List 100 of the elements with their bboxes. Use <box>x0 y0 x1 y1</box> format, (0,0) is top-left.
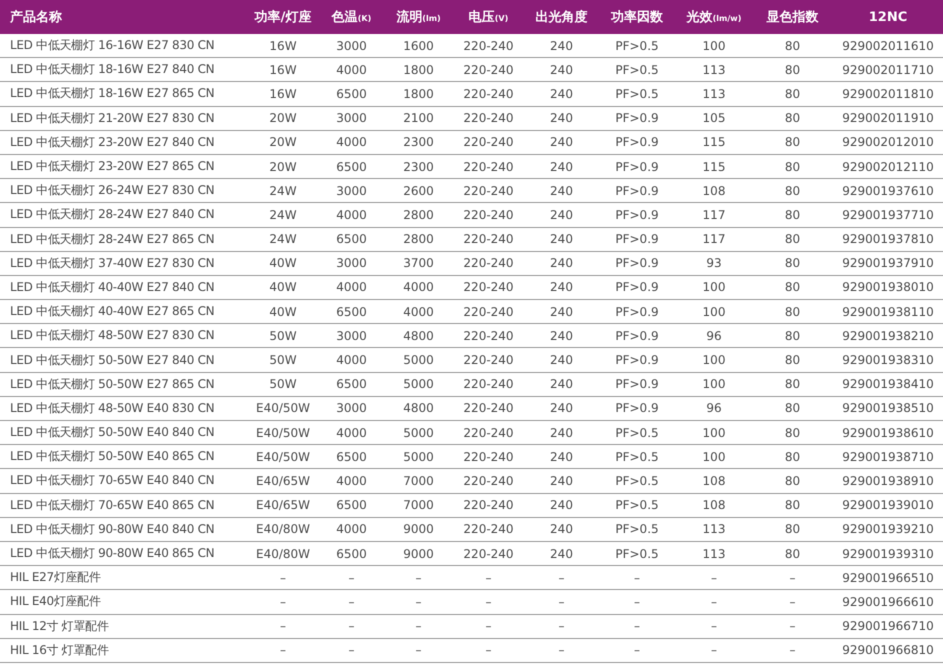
column-header: 光效(lm/w) <box>676 0 752 34</box>
table-cell: 240 <box>525 468 598 494</box>
table-cell: LED 中低天棚灯 40-40W E27 865 CN <box>0 300 248 324</box>
table-cell: 240 <box>525 106 598 130</box>
table-cell: 7000 <box>385 493 452 518</box>
table-cell: LED 中低天棚灯 16-16W E27 830 CN <box>0 34 248 58</box>
table-cell: LED 中低天棚灯 28-24W E27 865 CN <box>0 227 248 252</box>
table-cell: 1800 <box>385 58 452 82</box>
table-cell: 6500 <box>318 493 385 518</box>
table-cell: PF>0.9 <box>598 130 676 154</box>
table-cell: 20W <box>248 106 318 130</box>
table-cell: 108 <box>676 178 752 203</box>
table-cell: 220-240 <box>452 300 525 324</box>
table-cell: – <box>525 566 598 590</box>
table-cell: 80 <box>752 396 833 420</box>
table-cell: LED 中低天棚灯 90-80W E40 865 CN <box>0 541 248 566</box>
table-cell: 4000 <box>318 202 385 227</box>
table-cell: 7000 <box>385 468 452 494</box>
table-cell: – <box>318 638 385 662</box>
table-cell: HIL E27灯座配件 <box>0 566 248 590</box>
table-cell: 2800 <box>385 227 452 252</box>
table-cell: 4000 <box>318 420 385 445</box>
table-cell: 929001937710 <box>833 202 943 227</box>
table-cell: 80 <box>752 202 833 227</box>
table-cell: LED 中低天棚灯 28-24W E27 840 CN <box>0 202 248 227</box>
table-cell: 240 <box>525 396 598 420</box>
table-cell: LED 中低天棚灯 50-50W E40 865 CN <box>0 444 248 469</box>
table-cell: 240 <box>525 372 598 396</box>
table-cell: 80 <box>752 58 833 82</box>
table-cell: 3000 <box>318 34 385 58</box>
table-cell: LED 中低天棚灯 50-50W E40 840 CN <box>0 420 248 445</box>
table-cell: 20W <box>248 154 318 179</box>
table-cell: – <box>385 590 452 614</box>
table-cell: PF>0.9 <box>598 275 676 300</box>
table-cell: 6500 <box>318 154 385 179</box>
table-cell: PF>0.5 <box>598 541 676 566</box>
table-cell: 24W <box>248 178 318 203</box>
column-header: 12NC <box>833 0 943 34</box>
table-cell: 929002012010 <box>833 130 943 154</box>
table-cell: 240 <box>525 420 598 445</box>
table-cell: 929001937810 <box>833 227 943 252</box>
table-cell: LED 中低天棚灯 18-16W E27 840 CN <box>0 58 248 82</box>
table-cell: PF>0.9 <box>598 372 676 396</box>
table-cell: 2800 <box>385 202 452 227</box>
table-cell: 4000 <box>385 300 452 324</box>
table-cell: 80 <box>752 541 833 566</box>
table-cell: LED 中低天棚灯 48-50W E27 830 CN <box>0 324 248 348</box>
table-cell: PF>0.9 <box>598 106 676 130</box>
table-cell: 105 <box>676 106 752 130</box>
table-cell: 929001937610 <box>833 178 943 203</box>
table-cell: 240 <box>525 251 598 276</box>
table-cell: 80 <box>752 130 833 154</box>
table-cell: 16W <box>248 82 318 106</box>
table-cell: – <box>676 614 752 638</box>
table-cell: LED 中低天棚灯 40-40W E27 840 CN <box>0 275 248 300</box>
table-cell: 115 <box>676 154 752 179</box>
table-cell: 5000 <box>385 348 452 372</box>
column-header: 流明(lm) <box>385 0 452 34</box>
table-cell: – <box>525 638 598 662</box>
table-cell: 40W <box>248 251 318 276</box>
table-cell: 929001938110 <box>833 300 943 324</box>
table-cell: 113 <box>676 58 752 82</box>
table-cell: 240 <box>525 178 598 203</box>
table-cell: LED 中低天棚灯 23-20W E27 865 CN <box>0 154 248 179</box>
table-cell: – <box>452 638 525 662</box>
table-cell: 220-240 <box>452 444 525 469</box>
table-cell: 4000 <box>318 58 385 82</box>
table-cell: 80 <box>752 372 833 396</box>
table-cell: 9000 <box>385 517 452 542</box>
table-cell: 220-240 <box>452 178 525 203</box>
table-cell: 100 <box>676 444 752 469</box>
table-cell: 50W <box>248 348 318 372</box>
table-cell: 929001939210 <box>833 517 943 542</box>
table-cell: – <box>676 566 752 590</box>
table-cell: 6500 <box>318 541 385 566</box>
table-cell: 220-240 <box>452 202 525 227</box>
table-cell: PF>0.5 <box>598 468 676 494</box>
table-cell: PF>0.9 <box>598 227 676 252</box>
table-cell: 113 <box>676 517 752 542</box>
table-cell: – <box>452 614 525 638</box>
table-cell: 220-240 <box>452 275 525 300</box>
table-cell: 240 <box>525 324 598 348</box>
table-cell: 929001938610 <box>833 420 943 445</box>
table-cell: – <box>385 566 452 590</box>
table-cell: 4000 <box>385 275 452 300</box>
table-cell: PF>0.9 <box>598 251 676 276</box>
table-cell: 4000 <box>318 517 385 542</box>
table-cell: 3000 <box>318 106 385 130</box>
table-cell: 929001966710 <box>833 614 943 638</box>
table-cell: 220-240 <box>452 517 525 542</box>
table-cell: 80 <box>752 420 833 445</box>
table-cell: – <box>248 614 318 638</box>
column-header: 产品名称 <box>0 0 248 34</box>
table-cell: 4000 <box>318 275 385 300</box>
table-cell: 929001938510 <box>833 396 943 420</box>
table-cell: 929002011910 <box>833 106 943 130</box>
table-cell: HIL E40灯座配件 <box>0 590 248 614</box>
table-cell: 80 <box>752 154 833 179</box>
table-cell: 40W <box>248 275 318 300</box>
table-cell: E40/65W <box>248 468 318 494</box>
